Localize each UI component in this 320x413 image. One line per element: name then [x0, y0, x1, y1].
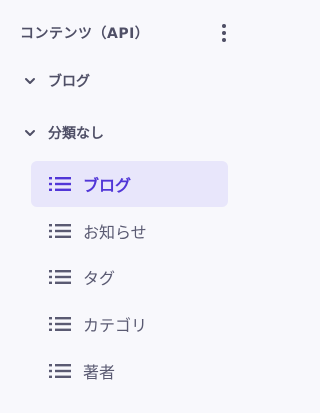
nav-item-categories[interactable]: カテゴリ: [31, 301, 228, 347]
list-icon: [49, 223, 71, 239]
list-icon: [49, 316, 71, 332]
nav-item-label: ブログ: [83, 176, 132, 195]
nav-item-label: カテゴリ: [83, 316, 148, 335]
chevron-down-icon: [24, 75, 36, 87]
list-icon: [49, 269, 71, 285]
nav-item-blog[interactable]: ブログ: [31, 161, 228, 207]
content-sidebar: コンテンツ（API） ブログ 分類なし ブログ お知らせ タグ カテゴリ 著者: [0, 0, 250, 413]
group-blog[interactable]: ブログ: [24, 69, 90, 93]
nav-item-label: タグ: [83, 269, 116, 288]
list-icon: [49, 176, 71, 192]
more-vertical-icon[interactable]: [216, 21, 232, 45]
nav-item-news[interactable]: お知らせ: [31, 208, 228, 254]
group-label: ブログ: [48, 74, 90, 90]
nav-item-label: お知らせ: [83, 223, 147, 242]
nav-item-authors[interactable]: 著者: [31, 348, 228, 394]
nav-item-tags[interactable]: タグ: [31, 254, 228, 300]
nav-item-label: 著者: [83, 363, 116, 382]
list-icon: [49, 363, 71, 379]
content-api-header: コンテンツ（API）: [20, 21, 232, 45]
chevron-down-icon: [24, 127, 36, 139]
group-label: 分類なし: [48, 126, 104, 142]
section-title: コンテンツ（API）: [20, 26, 150, 42]
group-uncategorized[interactable]: 分類なし: [24, 121, 104, 145]
